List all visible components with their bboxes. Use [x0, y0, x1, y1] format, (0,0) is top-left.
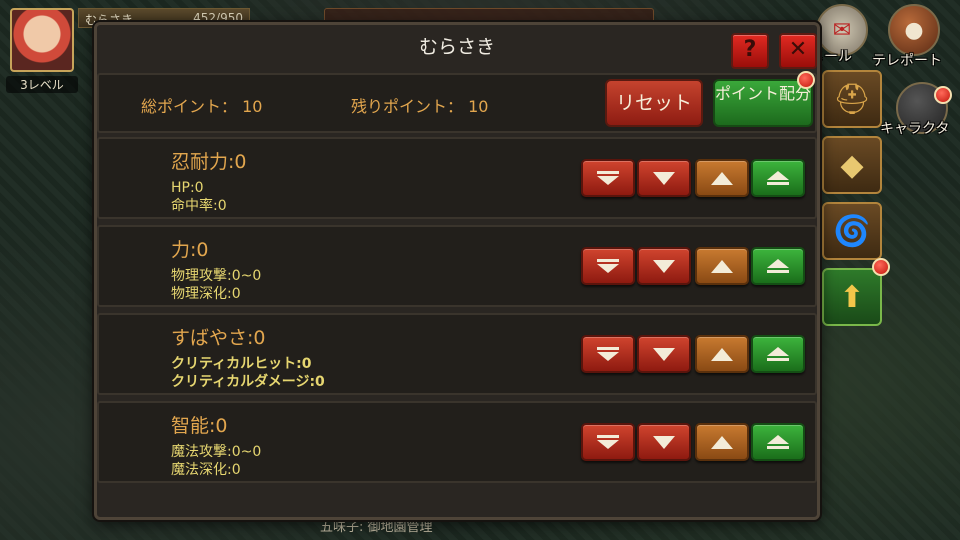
down-arrow-icon [653, 347, 675, 361]
decrease-button[interactable] [637, 247, 691, 285]
teleport-orb-icon: ● [904, 17, 924, 43]
stat-detail: クリティカルヒット:0 [171, 356, 312, 372]
envelope-icon: ✉ [832, 17, 852, 43]
tab-equipment[interactable]: ⛑ [822, 70, 882, 128]
double-up-icon [767, 435, 789, 449]
stat-row-agility: すばやさ:0 クリティカルヒット:0 クリティカルダメージ:0 [97, 313, 817, 395]
increase-button[interactable] [695, 423, 749, 461]
notification-dot [934, 86, 952, 104]
stat-detail: 物理深化:0 [171, 286, 241, 302]
upgrade-arrow-icon: ⬆ [839, 279, 865, 315]
teleport-label: テレポート [872, 53, 942, 69]
stat-row-strength: 力:0 物理攻撃:0~0 物理深化:0 [97, 225, 817, 307]
up-arrow-icon [711, 347, 733, 361]
double-down-icon [597, 435, 619, 449]
up-arrow-icon [711, 435, 733, 449]
up-arrow-icon [711, 171, 733, 185]
double-up-icon [767, 259, 789, 273]
decrease-button[interactable] [637, 159, 691, 197]
character-label: キャラクタ [880, 121, 950, 137]
player-level: 3レベル [6, 76, 78, 93]
increase-max-button[interactable] [751, 423, 805, 461]
tab-crystal[interactable]: ◆ [822, 136, 882, 194]
double-up-icon [767, 171, 789, 185]
increase-button[interactable] [695, 335, 749, 373]
points-summary: 総ポイント： 10 残りポイント： 10 リセット ポイント配分 [97, 71, 817, 133]
double-down-icon [597, 259, 619, 273]
stat-name: すばやさ:0 [171, 327, 266, 349]
increase-max-button[interactable] [751, 335, 805, 373]
avatar[interactable] [10, 8, 74, 72]
player-avatar-frame[interactable]: 3レベル [6, 6, 78, 94]
total-points-value: 10 [242, 97, 263, 116]
decrease-max-button[interactable] [581, 423, 635, 461]
stat-name: 力:0 [171, 239, 209, 261]
down-arrow-icon [653, 171, 675, 185]
stat-detail: HP:0 [171, 180, 204, 196]
remaining-points-value: 10 [468, 97, 489, 116]
increase-button[interactable] [695, 247, 749, 285]
tab-attribute-points[interactable]: ⬆ [822, 268, 882, 326]
helmet-icon: ⛑ [832, 81, 872, 117]
up-arrow-icon [711, 259, 733, 273]
stat-row-intelligence: 智能:0 魔法攻撃:0~0 魔法深化:0 [97, 401, 817, 483]
crystal-icon: ◆ [840, 147, 864, 183]
remaining-points: 残りポイント： 10 [351, 93, 488, 117]
attribute-panel: むらさき ? ✕ 総ポイント： 10 残りポイント： 10 リセット ポイント配… [94, 22, 820, 520]
stat-name: 智能:0 [171, 415, 228, 437]
close-icon: ✕ [788, 37, 808, 62]
teleport-button[interactable]: ● [888, 4, 940, 56]
question-icon: ? [743, 37, 757, 62]
help-button[interactable]: ? [731, 33, 769, 69]
increase-max-button[interactable] [751, 247, 805, 285]
double-up-icon [767, 347, 789, 361]
stat-detail: 魔法攻撃:0~0 [171, 444, 262, 460]
increase-max-button[interactable] [751, 159, 805, 197]
allocate-notification-dot [797, 71, 815, 89]
stat-name: 忍耐力:0 [171, 151, 247, 173]
stat-detail: 物理攻撃:0~0 [171, 268, 262, 284]
total-points-label: 総ポイント： [141, 97, 238, 116]
stat-row-endurance: 忍耐力:0 HP:0 命中率:0 [97, 137, 817, 219]
decrease-max-button[interactable] [581, 247, 635, 285]
total-points: 総ポイント： 10 [141, 93, 262, 117]
double-down-icon [597, 347, 619, 361]
down-arrow-icon [653, 259, 675, 273]
tab-notification-dot [872, 258, 890, 276]
decrease-button[interactable] [637, 335, 691, 373]
double-down-icon [597, 171, 619, 185]
down-arrow-icon [653, 435, 675, 449]
stat-detail: 魔法深化:0 [171, 462, 241, 478]
reset-button[interactable]: リセット [605, 79, 703, 127]
decrease-max-button[interactable] [581, 335, 635, 373]
increase-button[interactable] [695, 159, 749, 197]
stat-detail: 命中率:0 [171, 198, 227, 214]
remaining-points-label: 残りポイント： [351, 97, 464, 116]
close-button[interactable]: ✕ [779, 33, 817, 69]
decrease-button[interactable] [637, 423, 691, 461]
stat-detail: クリティカルダメージ:0 [171, 374, 325, 390]
tab-skill[interactable]: 🌀 [822, 202, 882, 260]
panel-title: むらさき [418, 36, 495, 58]
allocate-points-button[interactable]: ポイント配分 [713, 79, 813, 127]
decrease-max-button[interactable] [581, 159, 635, 197]
tornado-icon: 🌀 [833, 213, 871, 249]
